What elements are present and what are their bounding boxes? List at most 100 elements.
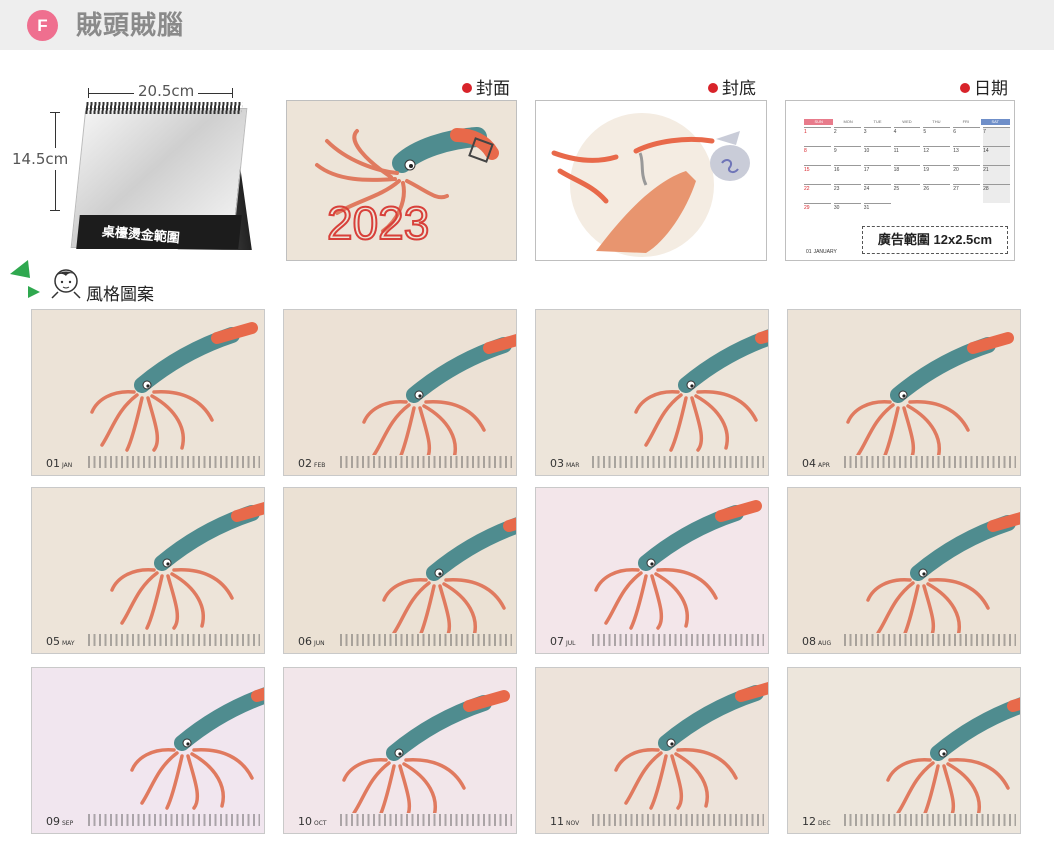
squid-illustration <box>846 332 1014 455</box>
day-cell: 1 <box>804 127 831 146</box>
weekday-cell: MON <box>843 119 853 124</box>
day-strip <box>88 456 260 468</box>
month-thumbnail[interactable]: 05 MAY <box>31 487 265 654</box>
day-strip <box>844 814 1016 826</box>
month-thumbnail[interactable]: 02 FEB <box>283 309 517 476</box>
day-cell: 18 <box>893 165 921 184</box>
day-cell: 26 <box>923 184 951 203</box>
squid-illustration <box>594 500 762 630</box>
day-strip <box>340 814 512 826</box>
weekday-cell: SAT <box>980 119 1010 125</box>
month-thumbnail[interactable]: 09 SEP <box>31 667 265 834</box>
day-strip <box>592 456 764 468</box>
day-cell: 17 <box>863 165 891 184</box>
width-label: 20.5cm <box>134 82 199 100</box>
day-strip <box>340 634 512 646</box>
red-dot-icon <box>462 83 472 93</box>
month-label: 03 MAR <box>550 457 579 470</box>
month-number: 10 <box>298 815 312 828</box>
month-abbr: JUL <box>566 640 576 647</box>
back-label: 封底 <box>708 74 756 99</box>
month-thumbnail[interactable]: 07 JUL <box>535 487 769 654</box>
squid-illustration <box>342 690 510 813</box>
month-abbr: JUN <box>314 640 325 647</box>
month-number: 08 <box>802 635 816 648</box>
day-cell: 15 <box>804 165 831 184</box>
binding-rings <box>85 102 243 114</box>
month-thumbnail[interactable]: 12 DEC <box>787 667 1021 834</box>
day-cell: 12 <box>923 146 951 165</box>
day-cell: 3 <box>863 127 891 146</box>
month-abbr: JAN <box>62 462 73 469</box>
day-cell: 8 <box>804 146 831 165</box>
month-number: 04 <box>802 457 816 470</box>
month-abbr: MAY <box>62 640 75 647</box>
day-cell: 5 <box>923 127 951 146</box>
weekday-cell: TUE <box>873 119 882 124</box>
squid-illustration <box>886 697 1020 813</box>
day-cell: 21 <box>983 165 1010 184</box>
month-thumbnail[interactable]: 10 OCT <box>283 667 517 834</box>
back-preview[interactable] <box>535 100 767 261</box>
day-cell: 13 <box>953 146 981 165</box>
month-thumbnail[interactable]: 04 APR <box>787 309 1021 476</box>
cover-year: 2023 <box>327 197 429 249</box>
day-cell: 20 <box>953 165 981 184</box>
day-cell: 22 <box>804 184 831 203</box>
back-squid-illustration <box>551 113 750 257</box>
month-thumbnail[interactable]: 06 JUN <box>283 487 517 654</box>
month-thumbnail[interactable]: 03 MAR <box>535 309 769 476</box>
day-cell: 24 <box>863 184 891 203</box>
day-cell: 23 <box>833 184 861 203</box>
height-tick-bottom <box>50 210 60 211</box>
day-cell: 27 <box>953 184 981 203</box>
month-number: 12 <box>802 815 816 828</box>
girl-face-icon <box>51 269 81 299</box>
day-cell: 31 <box>863 203 891 222</box>
day-cell: 19 <box>923 165 951 184</box>
section-badge: F <box>27 10 58 41</box>
month-abbr: MAR <box>566 462 580 469</box>
date-preview[interactable]: SUN MON TUE WED THU FRI SAT 1 2 3 4 5 6 7 8 9 10 11 12 13 1… <box>785 100 1015 261</box>
month-number: 05 <box>46 635 60 648</box>
squid-illustration <box>130 687 264 810</box>
desk-calendar-mockup: 20.5cm 14.5cm 桌檯燙金範圍 <box>12 78 268 258</box>
width-tick-left <box>88 88 89 98</box>
month-number: 02 <box>298 457 312 470</box>
weekday-cell: FRI <box>962 119 970 124</box>
month-abbr: AUG <box>818 640 832 647</box>
day-strip <box>592 814 764 826</box>
weekday-header: SUN MON TUE WED THU FRI SAT <box>804 119 1010 125</box>
height-label: 14.5cm <box>12 148 69 170</box>
month-thumbnail[interactable]: 01 JAN <box>31 309 265 476</box>
day-cell: 30 <box>833 203 861 222</box>
day-cell: 9 <box>833 146 861 165</box>
day-strip <box>88 814 260 826</box>
month-abbr: FEB <box>314 462 326 469</box>
day-cell: 2 <box>833 127 861 146</box>
cover-label: 封面 <box>462 74 510 99</box>
squid-illustration <box>382 517 516 633</box>
squid-illustration <box>110 502 264 630</box>
month-thumbnail[interactable]: 11 NOV <box>535 667 769 834</box>
day-cell: 14 <box>983 146 1010 165</box>
day-cell: 7 <box>983 127 1010 146</box>
ad-area-box: 廣告範圍 12x2.5cm <box>862 226 1008 254</box>
day-cell: 29 <box>804 203 831 222</box>
month-label: 11 NOV <box>550 815 579 828</box>
month-thumbnail[interactable]: 08 AUG <box>787 487 1021 654</box>
date-label: 日期 <box>960 74 1008 99</box>
month-label: 02 FEB <box>298 457 325 470</box>
date-month-label: 01 JANUARY <box>806 249 837 255</box>
red-dot-icon <box>960 83 970 93</box>
red-dot-icon <box>708 83 718 93</box>
day-strip <box>844 456 1016 468</box>
cover-preview[interactable]: 2023 <box>286 100 517 261</box>
month-abbr: APR <box>818 462 830 469</box>
style-section-heading: 風格圖案 <box>8 258 188 304</box>
style-section-title: 風格圖案 <box>86 285 154 304</box>
day-cell: 10 <box>863 146 891 165</box>
month-label: 04 APR <box>802 457 830 470</box>
day-cell: 25 <box>893 184 921 203</box>
month-label: 07 JUL <box>550 635 576 648</box>
